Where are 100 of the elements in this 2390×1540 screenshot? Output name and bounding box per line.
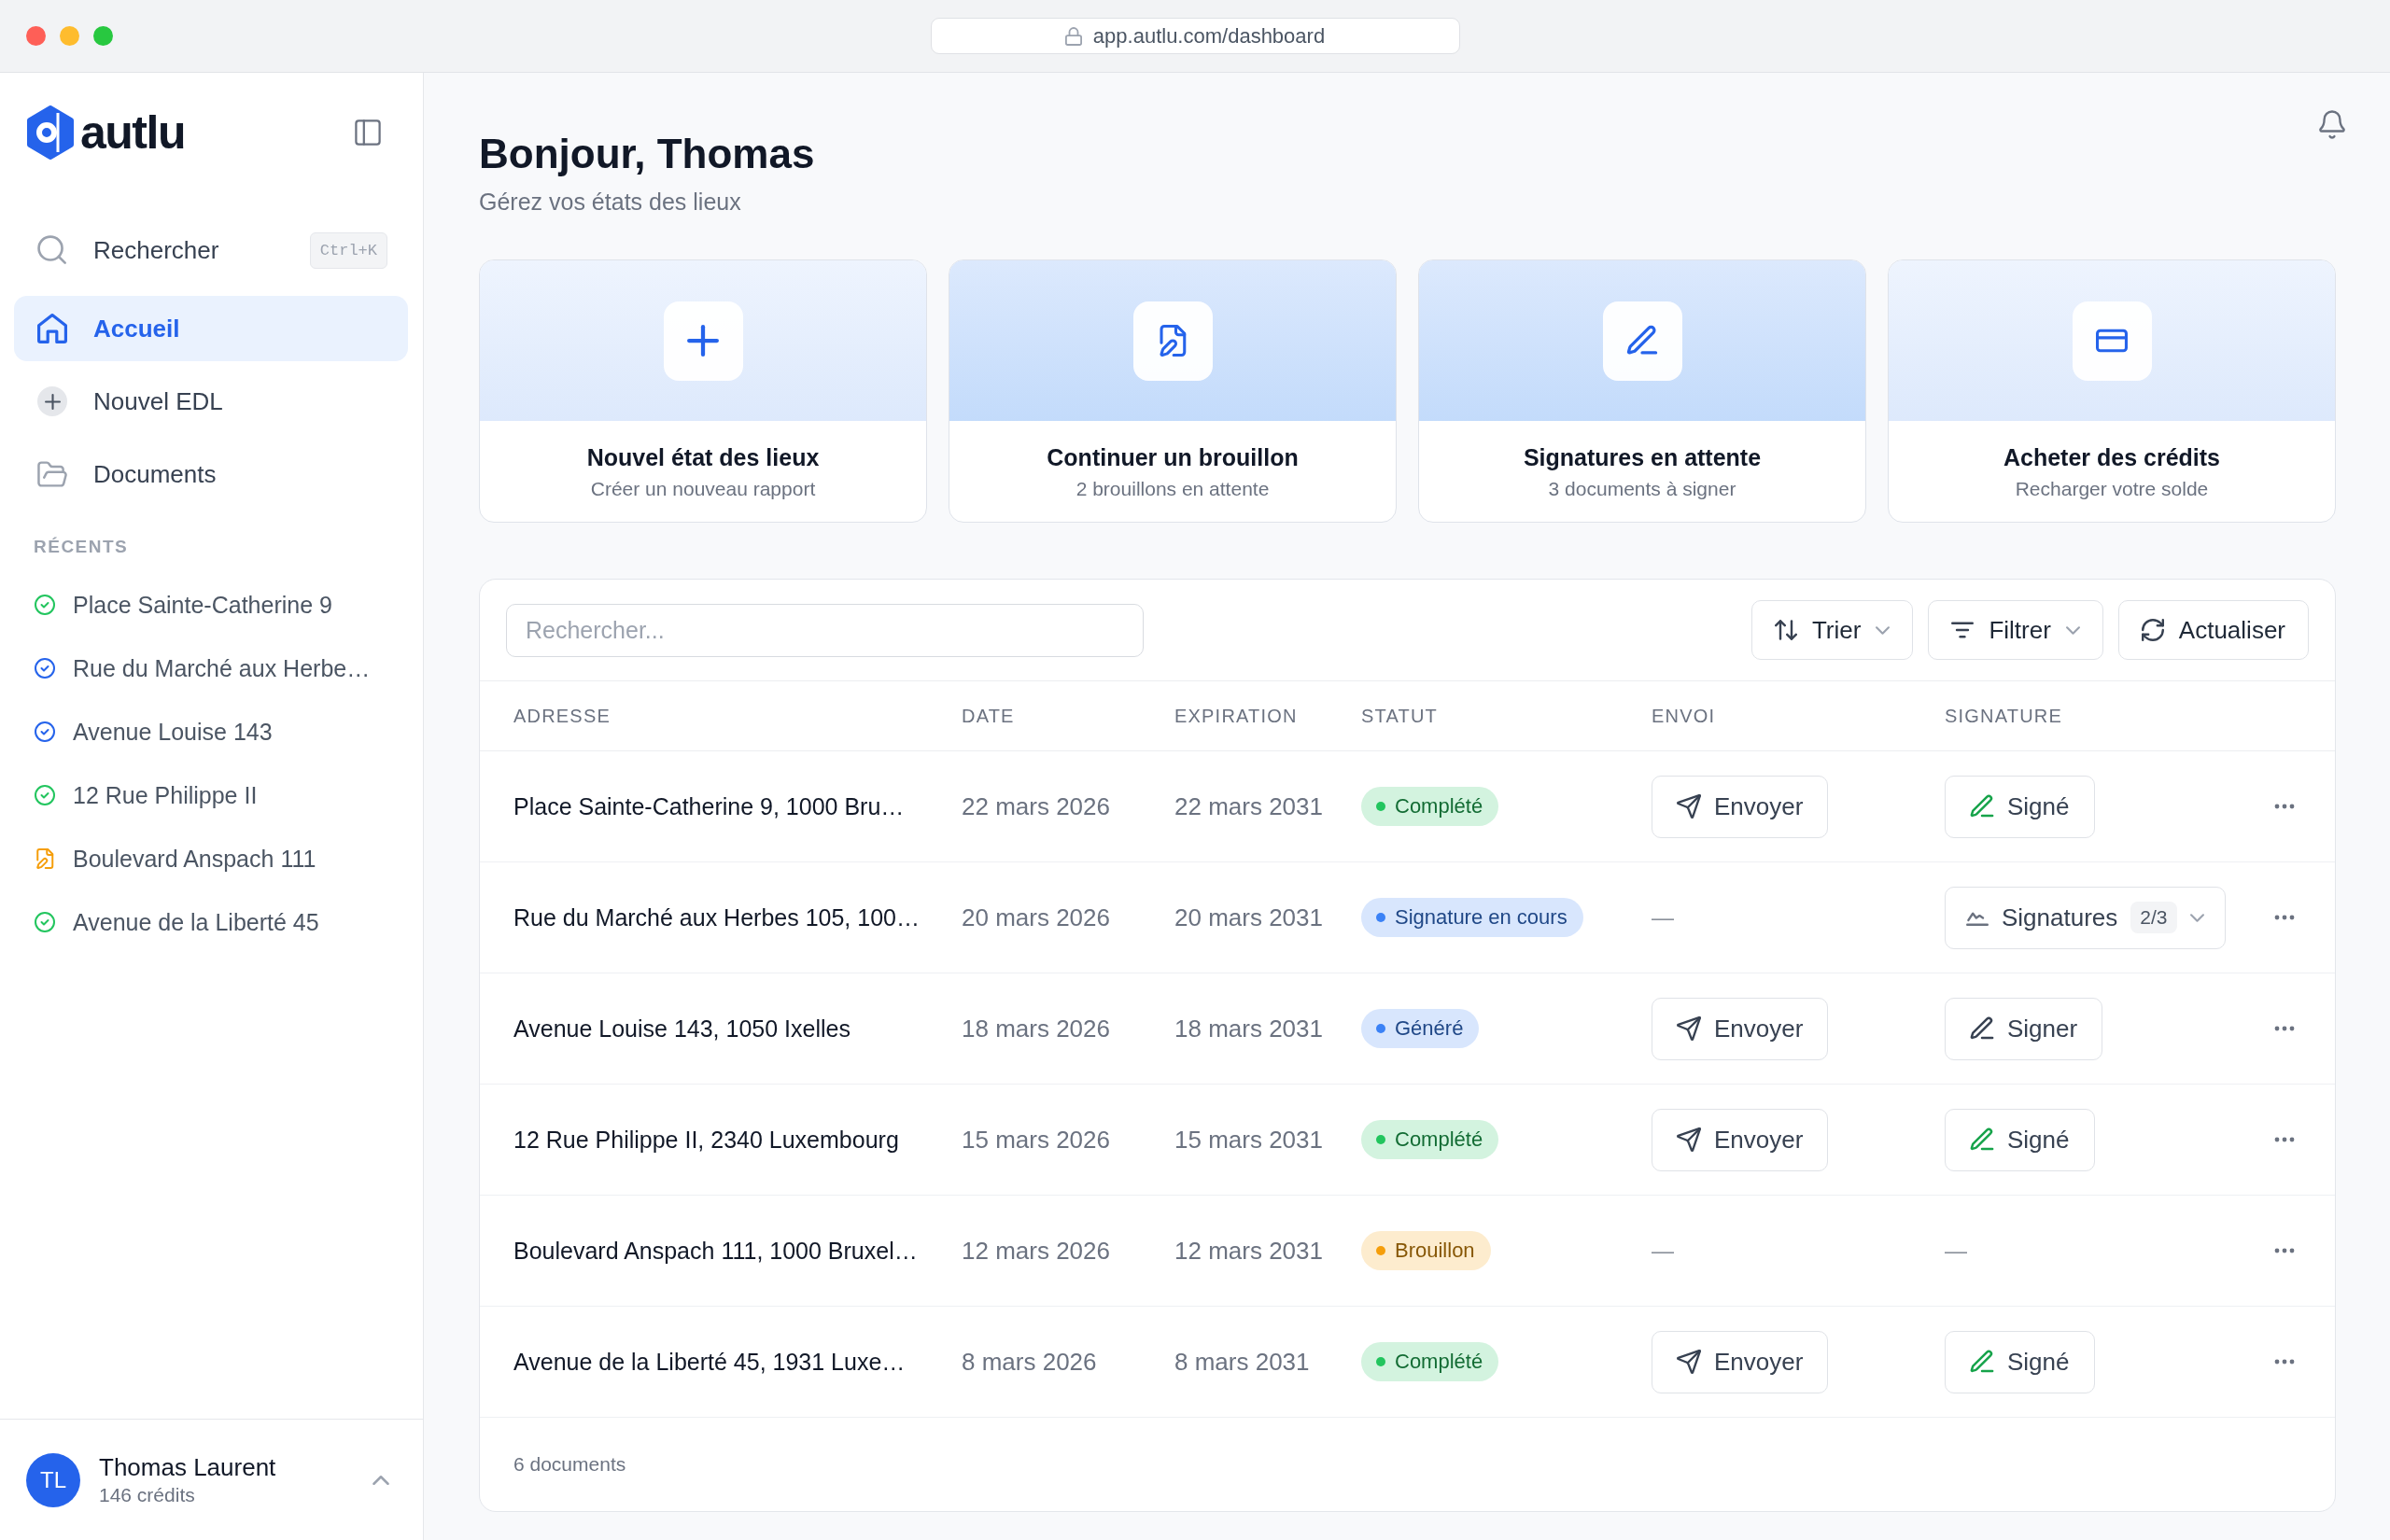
action-card[interactable]: Nouvel état des lieux Créer un nouveau rapport [479, 259, 927, 523]
card-title: Continuer un brouillon [1046, 443, 1300, 472]
address-bar[interactable]: app.autlu.com/dashboard [930, 18, 1460, 54]
card-subtitle: Recharger votre solde [2014, 477, 2210, 501]
nav-item[interactable]: Rechercher Ctrl+K [14, 217, 408, 283]
credit-balance: 146 crédits [99, 1484, 196, 1506]
search-field[interactable]: Rechercher... [506, 603, 1144, 657]
send-button[interactable]: Envoyer [1652, 1108, 1829, 1171]
more-options-icon[interactable] [2274, 1137, 2295, 1142]
more-options-icon[interactable] [2274, 1026, 2295, 1031]
status-label: Généré [1395, 1016, 1464, 1041]
more-options-icon[interactable] [2274, 915, 2295, 920]
document-pen-icon [1132, 301, 1213, 381]
send-button[interactable]: Envoyer [1652, 775, 1829, 838]
action-card[interactable]: Signatures en attente 3 documents à signer [1418, 259, 1866, 523]
more-options-icon[interactable] [2274, 1248, 2295, 1253]
column-header: EXPIRATION [1174, 705, 1298, 726]
send-icon [1677, 1350, 1701, 1374]
search-icon [37, 235, 67, 265]
recent-item[interactable]: Rue du Marché aux Herbe… [0, 637, 423, 700]
date-text: 22 mars 2026 [962, 791, 1110, 820]
status-label: Complété [1395, 1127, 1483, 1152]
signed-button[interactable]: Signé [1945, 1330, 2095, 1393]
expiration-date-text: 15 mars 2031 [1174, 1125, 1323, 1154]
address-text: 12 Rue Philippe II, 2340 Luxembourg [513, 1126, 899, 1153]
address-text: Boulevard Anspach 111, 1000 Bruxel… [513, 1237, 918, 1264]
signed-button[interactable]: Signé [1945, 1108, 2095, 1171]
pen-icon [1970, 1016, 1994, 1041]
card-title: Signatures en attente [1522, 443, 1763, 472]
refresh-icon [2141, 619, 2164, 641]
expiration-date-text: 22 mars 2031 [1174, 791, 1323, 820]
address-text: Rue du Marché aux Herbes 105, 100… [513, 903, 920, 931]
brand-name: autlu [80, 106, 185, 159]
close-window-icon[interactable] [26, 26, 46, 46]
recent-item[interactable]: Boulevard Anspach 111 [0, 827, 423, 890]
page-subtitle: Gérez vos états des lieux [479, 188, 742, 217]
card-subtitle: Créer un nouveau rapport [589, 477, 817, 501]
lock-icon [1064, 26, 1082, 46]
signed-button[interactable]: Signé [1945, 775, 2095, 838]
send-icon [1677, 794, 1701, 819]
sidebar-toggle-icon[interactable] [355, 119, 381, 146]
nav-item[interactable]: Accueil [14, 296, 408, 361]
chevron-up-icon[interactable] [373, 1475, 389, 1485]
send-button[interactable]: Envoyer [1652, 997, 1829, 1060]
plus-icon [37, 386, 67, 416]
empty-dash: — [1652, 1238, 1674, 1264]
card-subtitle: 2 brouillons en attente [1075, 477, 1271, 501]
column-header: ADRESSE [513, 705, 611, 726]
expiration-date-text: 8 mars 2031 [1174, 1347, 1310, 1376]
column-header: DATE [962, 705, 1015, 726]
sort-button[interactable]: Trier [1750, 600, 1914, 660]
pen-icon [1970, 794, 1994, 819]
card-title: Nouvel état des lieux [585, 443, 821, 472]
signatures-dropdown[interactable]: Signatures 2/3 [1945, 886, 2226, 949]
date-text: 18 mars 2026 [962, 1014, 1110, 1043]
address-text: Avenue de la Liberté 45, 1931 Luxe… [513, 1348, 906, 1375]
date-text: 12 mars 2026 [962, 1236, 1110, 1265]
document-count: 6 documents [513, 1453, 626, 1476]
date-text: 20 mars 2026 [962, 903, 1110, 931]
filter-button[interactable]: Filtrer [1928, 600, 2103, 660]
plus-icon [663, 301, 743, 381]
column-header: ENVOI [1652, 705, 1716, 726]
card-title: Acheter des crédits [2002, 443, 2221, 472]
empty-dash: — [1652, 904, 1674, 931]
action-card[interactable]: Acheter des crédits Recharger votre solde [1888, 259, 2336, 523]
more-options-icon[interactable] [2274, 804, 2295, 809]
more-options-icon[interactable] [2274, 1359, 2295, 1365]
user-avatar: TL [26, 1452, 80, 1507]
recent-item[interactable]: 12 Rue Philippe II [0, 763, 423, 827]
chevron-down-icon [1876, 625, 1891, 635]
section-label: RÉCENTS [33, 536, 130, 558]
expiration-date-text: 12 mars 2031 [1174, 1236, 1323, 1265]
card-subtitle: 3 documents à signer [1547, 477, 1737, 501]
status-label: Signature en cours [1395, 905, 1568, 930]
expiration-date-text: 20 mars 2031 [1174, 903, 1323, 931]
user-name: Thomas Laurent [99, 1453, 276, 1482]
folder-icon [37, 459, 67, 489]
send-icon [1677, 1016, 1701, 1041]
sort-icon [1774, 619, 1797, 641]
recent-item[interactable]: Avenue Louise 143 [0, 700, 423, 763]
nav-item[interactable]: Nouvel EDL [14, 369, 408, 434]
nav-item[interactable]: Documents [14, 441, 408, 507]
action-card[interactable]: Continuer un brouillon 2 brouillons en attente [949, 259, 1397, 523]
send-button[interactable]: Envoyer [1652, 1330, 1829, 1393]
pen-icon [1602, 301, 1682, 381]
sign-button[interactable]: Signer [1945, 997, 2103, 1060]
recent-item[interactable]: Avenue de la Liberté 45 [0, 890, 423, 954]
home-icon [37, 314, 67, 343]
status-label: Complété [1395, 1350, 1483, 1374]
chevron-down-icon [2189, 913, 2204, 922]
date-text: 8 mars 2026 [962, 1347, 1097, 1376]
refresh-button[interactable]: Actualiser [2117, 600, 2309, 660]
logo-icon [26, 105, 75, 160]
recent-item[interactable]: Place Sainte-Catherine 9 [0, 573, 423, 637]
send-icon [1677, 1127, 1701, 1152]
credit-card-icon [2072, 301, 2152, 381]
column-header: SIGNATURE [1945, 705, 2062, 726]
page-title: Bonjour, Thomas [479, 130, 815, 178]
status-label: Complété [1395, 794, 1483, 819]
notification-bell-icon[interactable] [2319, 110, 2345, 139]
